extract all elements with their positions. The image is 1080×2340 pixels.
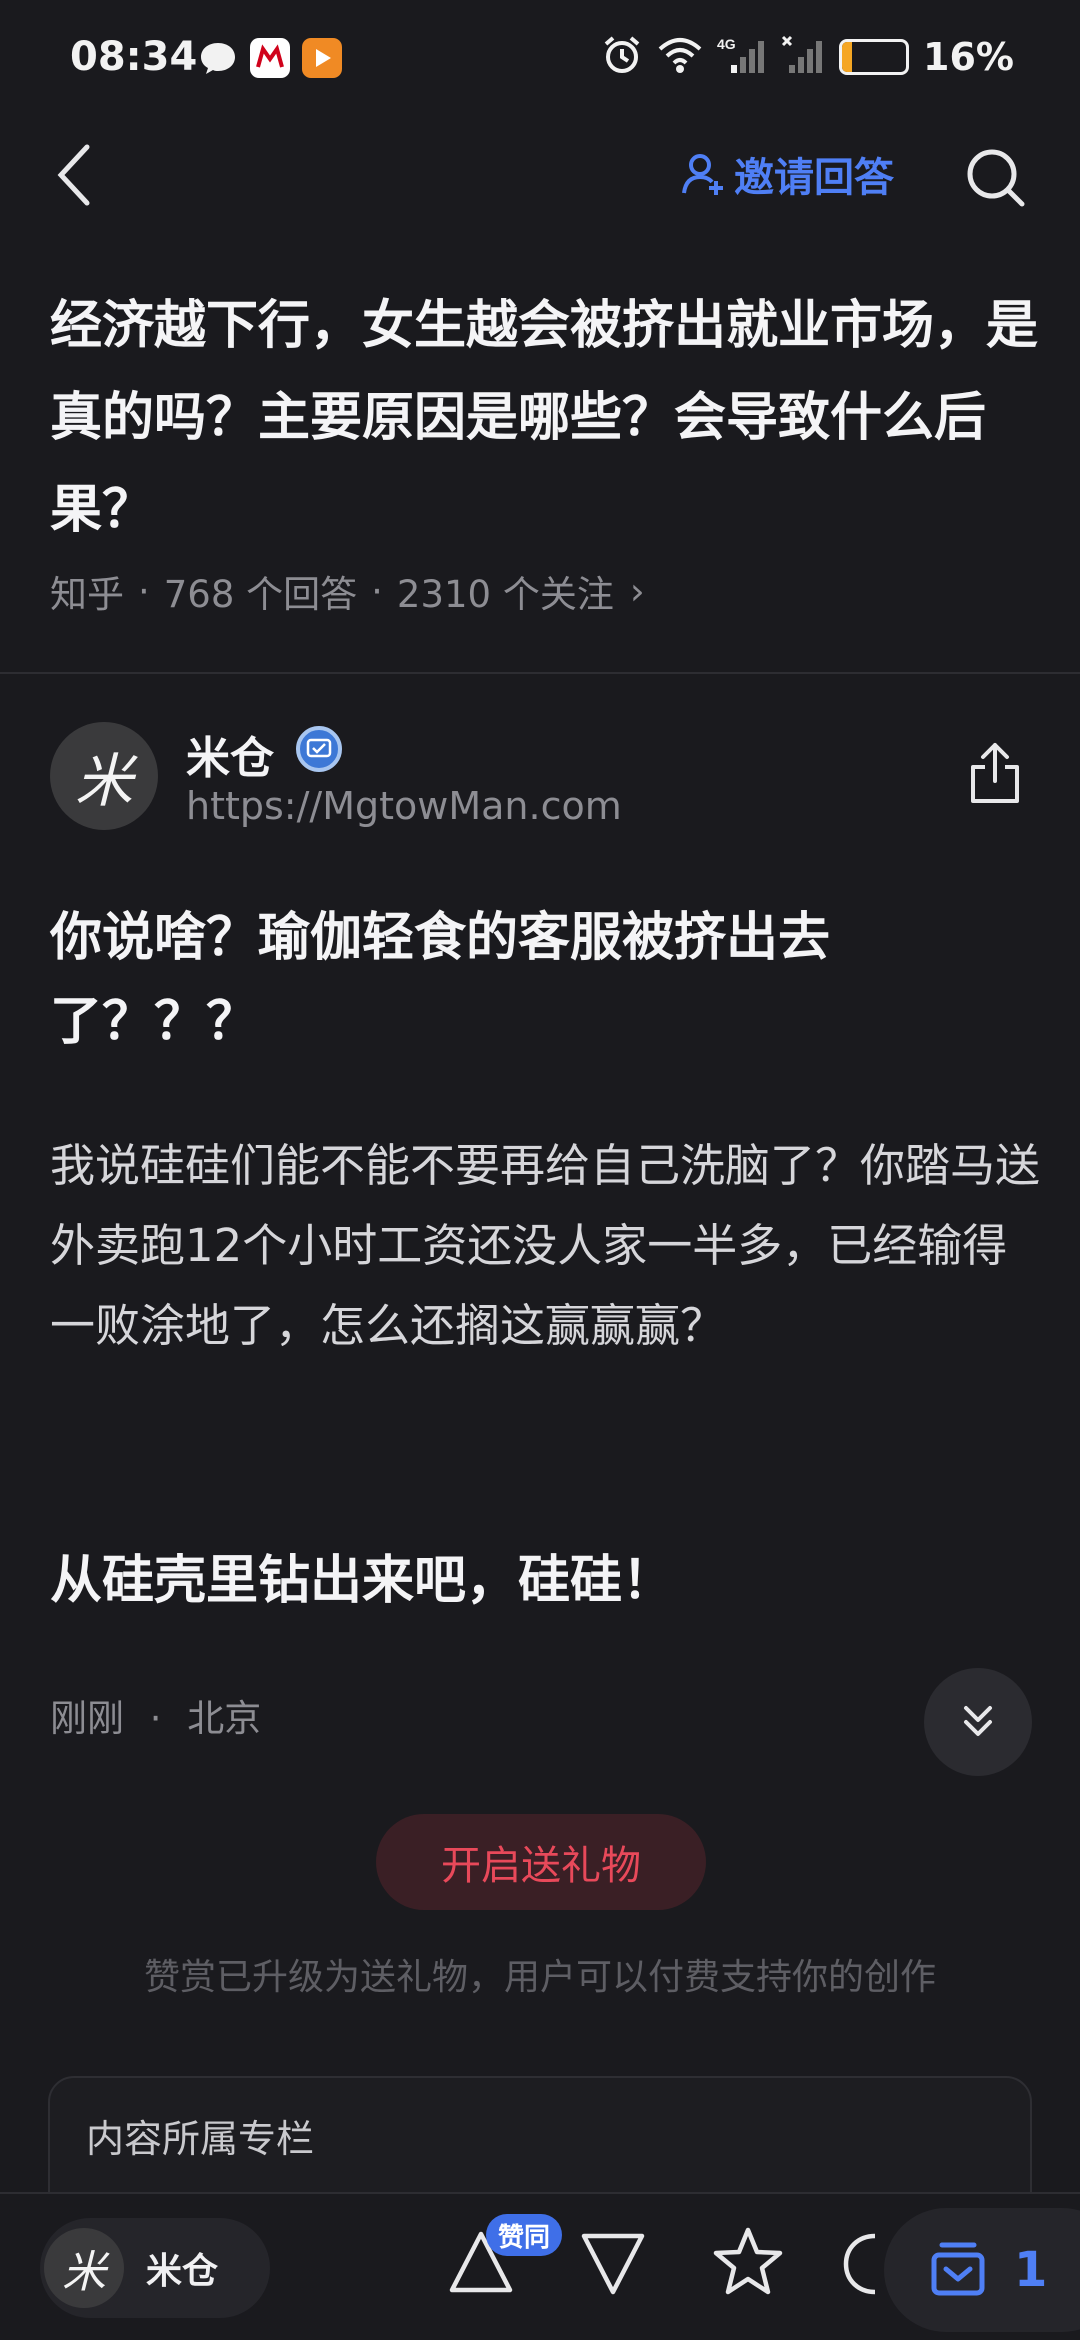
status-time: 08:34 bbox=[70, 34, 198, 80]
battery-percent: 16% bbox=[923, 35, 1014, 79]
divider bbox=[0, 672, 1080, 674]
verified-badge-icon[interactable] bbox=[296, 726, 342, 772]
author-row: 米 米仓 https://MgtowMan.com bbox=[50, 722, 1030, 832]
chevron-left-icon bbox=[57, 144, 90, 206]
top-nav: 邀请回答 bbox=[0, 120, 1080, 230]
answer-closing: 从硅壳里钻出来吧，硅硅！ bbox=[50, 1551, 675, 1611]
invite-answer-label: 邀请回答 bbox=[734, 155, 894, 201]
battery-level bbox=[842, 42, 853, 72]
collect-box-icon bbox=[931, 2242, 985, 2296]
question-meta[interactable]: 知乎 · 768 个回答 · 2310 个关注 › bbox=[50, 564, 645, 618]
alarm-icon bbox=[601, 34, 643, 80]
downvote-button[interactable] bbox=[578, 2228, 648, 2298]
bottom-action-bar: 米 米仓 赞同 1 bbox=[0, 2192, 1080, 2340]
question-title[interactable]: 经济越下行，女生越会被挤出就业市场，是真的吗？主要原因是哪些？会导致什么后果？ bbox=[50, 280, 1040, 556]
meta-separator: · bbox=[149, 1697, 162, 1740]
zhihu-answer-page: 08:34 4G 16% 邀请回答 经济越下行，女生越会被挤出就业市场，是真的吗… bbox=[0, 0, 1080, 2340]
battery-icon bbox=[839, 39, 910, 75]
wifi-icon bbox=[657, 35, 703, 79]
video-player-icon bbox=[302, 38, 342, 78]
svg-text:4G: 4G bbox=[717, 36, 736, 52]
share-icon bbox=[971, 743, 1019, 803]
question-header[interactable]: 经济越下行，女生越会被挤出就业市场，是真的吗？主要原因是哪些？会导致什么后果？ bbox=[50, 280, 1040, 556]
column-title: 内容所属专栏 bbox=[86, 2117, 315, 2161]
answer-time: 刚刚 bbox=[50, 1697, 124, 1740]
answer-count: 768 个回答 bbox=[163, 573, 358, 616]
answer-body: 我说硅硅们能不能不要再给自己洗脑了？你踏马送外卖跑12个小时工资还没人家一半多，… bbox=[50, 1139, 1041, 1352]
author-bio: https://MgtowMan.com bbox=[186, 784, 622, 828]
bottom-author-chip[interactable]: 米 米仓 bbox=[40, 2218, 270, 2318]
question-source: 知乎 bbox=[50, 573, 124, 616]
enable-gift-button[interactable]: 开启送礼物 bbox=[376, 1814, 706, 1910]
answer-location: 北京 bbox=[187, 1697, 262, 1740]
meta-separator: · bbox=[371, 569, 383, 613]
system-indicators: 4G 16% bbox=[601, 34, 1014, 80]
upvote-badge: 赞同 bbox=[486, 2214, 563, 2256]
signal-nosim-icon bbox=[781, 35, 825, 79]
share-button[interactable] bbox=[960, 738, 1030, 808]
bottom-author-name: 米仓 bbox=[146, 2251, 219, 2292]
collect-count: 1 bbox=[1014, 2242, 1048, 2298]
message-icon bbox=[198, 38, 238, 78]
signal-4g-icon: 4G bbox=[717, 35, 767, 79]
star-icon bbox=[713, 2227, 783, 2295]
invite-user-icon bbox=[682, 154, 723, 195]
downvote-triangle-icon bbox=[581, 2233, 645, 2295]
bottom-author-avatar: 米 bbox=[44, 2228, 124, 2308]
gift-note: 赞赏已升级为送礼物，用户可以付费支持你的创作 bbox=[143, 1957, 936, 1998]
cmb-bank-icon bbox=[250, 38, 290, 78]
scroll-down-button[interactable] bbox=[924, 1668, 1032, 1776]
search-icon bbox=[967, 149, 1025, 207]
back-button[interactable] bbox=[40, 140, 110, 210]
author-name[interactable]: 米仓 bbox=[186, 722, 274, 786]
author-avatar[interactable]: 米 bbox=[50, 722, 158, 830]
collect-button[interactable]: 1 bbox=[884, 2208, 1080, 2332]
chevron-right-icon: › bbox=[629, 569, 645, 613]
answer-heading: 你说啥？瑜伽轻食的客服被挤出去了？？？ bbox=[50, 908, 831, 1052]
double-chevron-down-icon bbox=[964, 1706, 992, 1736]
follow-count: 2310 个关注 bbox=[396, 573, 614, 616]
meta-separator: · bbox=[138, 569, 150, 613]
invite-answer-button[interactable]: 邀请回答 bbox=[680, 144, 894, 204]
answer-meta: 刚刚 · 北京 bbox=[50, 1688, 261, 1742]
notification-icons bbox=[198, 38, 342, 78]
favorite-button[interactable] bbox=[710, 2224, 786, 2300]
search-button[interactable] bbox=[960, 142, 1030, 212]
status-bar: 08:34 4G 16% bbox=[0, 0, 1080, 120]
